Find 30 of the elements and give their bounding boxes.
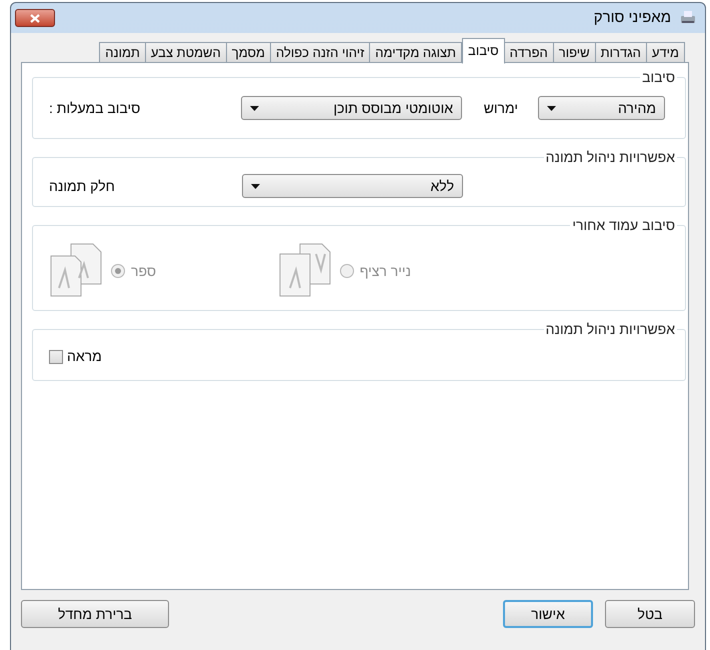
field-label: סיבוב במעלות : (49, 98, 140, 118)
dropdown[interactable]: אוטומטי מבוסס תוכן (241, 96, 462, 120)
dropdown[interactable]: מהירה (538, 96, 665, 120)
dialog-button[interactable]: ברירת מחדל (21, 600, 169, 628)
caret-icon (250, 106, 259, 110)
tab[interactable]: השמטת צבע (144, 42, 227, 63)
dialog-button[interactable]: בטל (605, 600, 695, 628)
close-button[interactable] (15, 9, 55, 27)
dialog-button[interactable]: אישור (503, 600, 593, 628)
tab[interactable]: תמונה (99, 42, 146, 63)
radio-label: נייר רציף (360, 262, 411, 281)
caret-icon (547, 106, 556, 110)
field-label: ימרוש (482, 98, 518, 118)
checkbox-label: מראה (67, 347, 102, 366)
tab[interactable]: זיהוי הזנה כפולה (270, 42, 370, 63)
radio-label: ספר (131, 262, 156, 280)
tab[interactable]: שיפור (552, 42, 596, 63)
checkbox[interactable] (49, 350, 63, 364)
tab[interactable]: הגדרות (594, 42, 647, 63)
tab[interactable]: מידע (646, 42, 685, 63)
window-title: מאפיני סורק (594, 8, 671, 28)
scanner-icon (679, 10, 697, 26)
dropdown[interactable]: ללא (242, 174, 463, 198)
tab[interactable]: הפרדה (504, 42, 554, 63)
tab[interactable]: מסמך (226, 42, 271, 63)
close-icon (30, 14, 40, 22)
tab[interactable]: תצוגה מקדימה (369, 42, 462, 63)
field-label: חלק תמונה (49, 176, 115, 196)
tab[interactable]: סיבוב (462, 38, 505, 64)
caret-icon (251, 184, 260, 188)
